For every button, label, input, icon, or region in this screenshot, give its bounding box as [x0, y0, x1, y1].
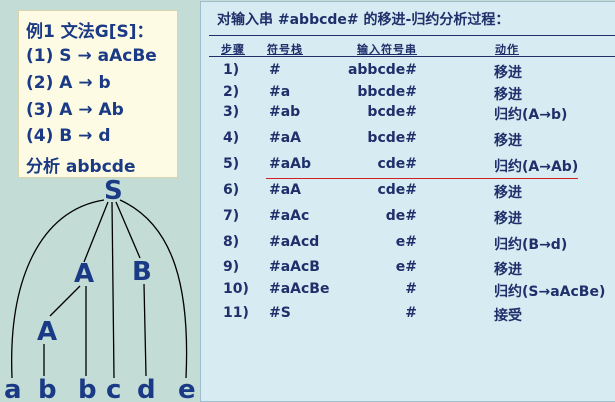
tree-node-a: A	[74, 259, 94, 289]
row-1-stack: #	[269, 62, 281, 78]
row-4-input: bcde#	[367, 130, 417, 146]
tree-leaf-d: d	[137, 375, 156, 401]
table-title: 对输入串 #abbcde# 的移进-归约分析过程：	[217, 12, 510, 28]
edge-s-e-curve	[119, 199, 188, 379]
row-2-step: 2)	[223, 84, 240, 100]
row-1-step: 1)	[223, 62, 240, 78]
tree-leaf-b2: b	[78, 375, 97, 401]
row-10-stack: #aAcBe	[269, 281, 330, 297]
header-stack: 符号栈	[267, 43, 303, 56]
row-4-action: 移进	[494, 133, 522, 149]
row-2-stack: #a	[269, 84, 291, 100]
tree-node-a2: A	[37, 317, 57, 347]
header-action: 动作	[495, 43, 519, 56]
table-rule-top	[209, 35, 615, 36]
row-9-step: 9)	[223, 259, 240, 275]
edge-s-a-curve	[11, 199, 105, 379]
row-6-stack: #aA	[269, 182, 302, 198]
row-11-action: 接受	[494, 308, 522, 324]
edge-s-c	[111, 201, 115, 379]
tree-leaf-b1: b	[38, 375, 57, 401]
row-5-stack: #aAb	[269, 156, 312, 172]
row-7-action: 移进	[494, 211, 522, 227]
row-11-step: 11)	[223, 305, 249, 321]
row-6-step: 6)	[223, 182, 240, 198]
row-3-action: 归约(A→b)	[494, 107, 568, 123]
tree-leaf-c: c	[106, 375, 121, 401]
row-2-action: 移进	[494, 87, 522, 103]
row-5-step: 5)	[223, 156, 240, 172]
row-8-step: 8)	[223, 234, 240, 250]
row-11-input: #	[405, 305, 417, 321]
row-8-stack: #aAcd	[269, 234, 320, 250]
row-10-action: 归约(S→aAcBe)	[494, 284, 606, 300]
row-2-input: bbcde#	[357, 84, 417, 100]
row-10-step: 10)	[223, 281, 249, 297]
row-6-action: 移进	[494, 185, 522, 201]
table-rule-header	[209, 56, 615, 57]
row-3-input: bcde#	[367, 104, 417, 120]
row-1-action: 移进	[494, 65, 522, 81]
edge-a-a2	[49, 285, 81, 317]
row-5-input: cde#	[377, 156, 417, 172]
row-11-stack: #S	[269, 305, 291, 321]
parse-tree: S A B A a b b c d e	[4, 176, 196, 401]
tree-leaf-a: a	[4, 375, 22, 401]
row-9-stack: #aAcB	[269, 259, 320, 275]
edge-b-d	[143, 283, 147, 377]
row-6-input: cde#	[377, 182, 417, 198]
row-3-stack: #ab	[269, 104, 301, 120]
row-10-input: #	[405, 281, 417, 297]
analysis-table-panel: 对输入串 #abbcde# 的移进-归约分析过程： 步骤 符号栈 输入符号串 动…	[200, 1, 615, 402]
row-3-step: 3)	[223, 104, 240, 120]
edge-s-a	[83, 201, 109, 263]
row-4-step: 4)	[223, 130, 240, 146]
tree-root: S	[104, 176, 123, 206]
row-8-input: e#	[395, 234, 417, 250]
row-7-step: 7)	[223, 208, 240, 224]
row-7-input: de#	[385, 208, 417, 224]
row-9-action: 移进	[494, 262, 522, 278]
tree-node-b: B	[132, 257, 152, 287]
header-input: 输入符号串	[357, 43, 417, 56]
header-step: 步骤	[221, 43, 245, 56]
red-divider	[266, 178, 578, 179]
row-5-action: 归约(A→Ab)	[494, 159, 579, 175]
edge-s-b	[115, 201, 141, 259]
row-7-stack: #aAc	[269, 208, 310, 224]
tree-leaf-e: e	[178, 375, 196, 401]
row-4-stack: #aA	[269, 130, 302, 146]
row-1-input: abbcde#	[347, 62, 417, 78]
row-9-input: e#	[395, 259, 417, 275]
row-8-action: 归约(B→d)	[494, 237, 568, 253]
